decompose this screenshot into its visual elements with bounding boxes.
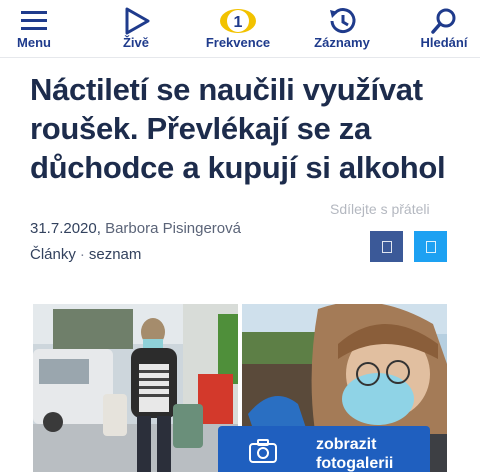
facebook-icon bbox=[381, 240, 392, 253]
search-icon bbox=[431, 8, 456, 34]
facebook-share-button[interactable] bbox=[370, 231, 403, 262]
article-author[interactable]: Barbora Pisingerová bbox=[105, 220, 241, 237]
gallery-label-line-2: fotogalerii bbox=[316, 455, 394, 472]
nav-menu[interactable]: Menu bbox=[0, 2, 82, 56]
nav-recordings-label: Záznamy bbox=[314, 35, 370, 50]
gallery-button-label: zobrazit fotogalerii bbox=[316, 435, 393, 472]
category-link[interactable]: Články bbox=[30, 246, 76, 263]
article-title: Náctiletí se naučili využívat roušek. Př… bbox=[30, 70, 460, 187]
nav-frekvence-label: Frekvence bbox=[205, 35, 271, 50]
play-icon bbox=[125, 7, 150, 35]
nav-menu-label: Menu bbox=[17, 35, 51, 50]
category-separator: · bbox=[79, 246, 85, 263]
nav-live-label: Živě bbox=[122, 35, 149, 50]
twitter-share-button[interactable] bbox=[414, 231, 447, 262]
top-navigation: Menu Živě 1 Frekvence Záznamy Hledání bbox=[0, 0, 480, 58]
gallery-label-line-1: zobrazit bbox=[316, 436, 377, 453]
article-meta: 31.7.2020, Barbora Pisingerová bbox=[30, 220, 241, 237]
nav-search-label: Hledání bbox=[420, 35, 468, 50]
nav-live[interactable]: Živě bbox=[88, 2, 184, 56]
nav-search[interactable]: Hledání bbox=[396, 2, 480, 56]
article-title-line-1: Náctiletí se naučili využívat bbox=[30, 72, 423, 107]
article-title-line-2: roušek. Převlékají se za bbox=[30, 111, 371, 146]
hamburger-menu-icon bbox=[21, 11, 47, 30]
article-title-line-3: důchodce a kupují si alkohol bbox=[30, 150, 446, 185]
camera-icon bbox=[249, 439, 277, 463]
frekvence-logo: 1 bbox=[220, 9, 256, 33]
nav-recordings[interactable]: Záznamy bbox=[294, 2, 390, 56]
tag-link[interactable]: seznam bbox=[89, 246, 142, 263]
frekvence-badge: 1 bbox=[234, 14, 243, 31]
share-label: Sdílejte s přáteli bbox=[330, 201, 430, 217]
open-gallery-button[interactable]: zobrazit fotogalerii bbox=[218, 426, 430, 472]
history-icon bbox=[330, 8, 356, 34]
nav-frekvence[interactable]: 1 Frekvence bbox=[190, 2, 286, 56]
article-date: 31.7.2020, bbox=[30, 220, 101, 237]
twitter-icon bbox=[425, 240, 436, 253]
article-category: Články · seznam bbox=[30, 246, 141, 263]
